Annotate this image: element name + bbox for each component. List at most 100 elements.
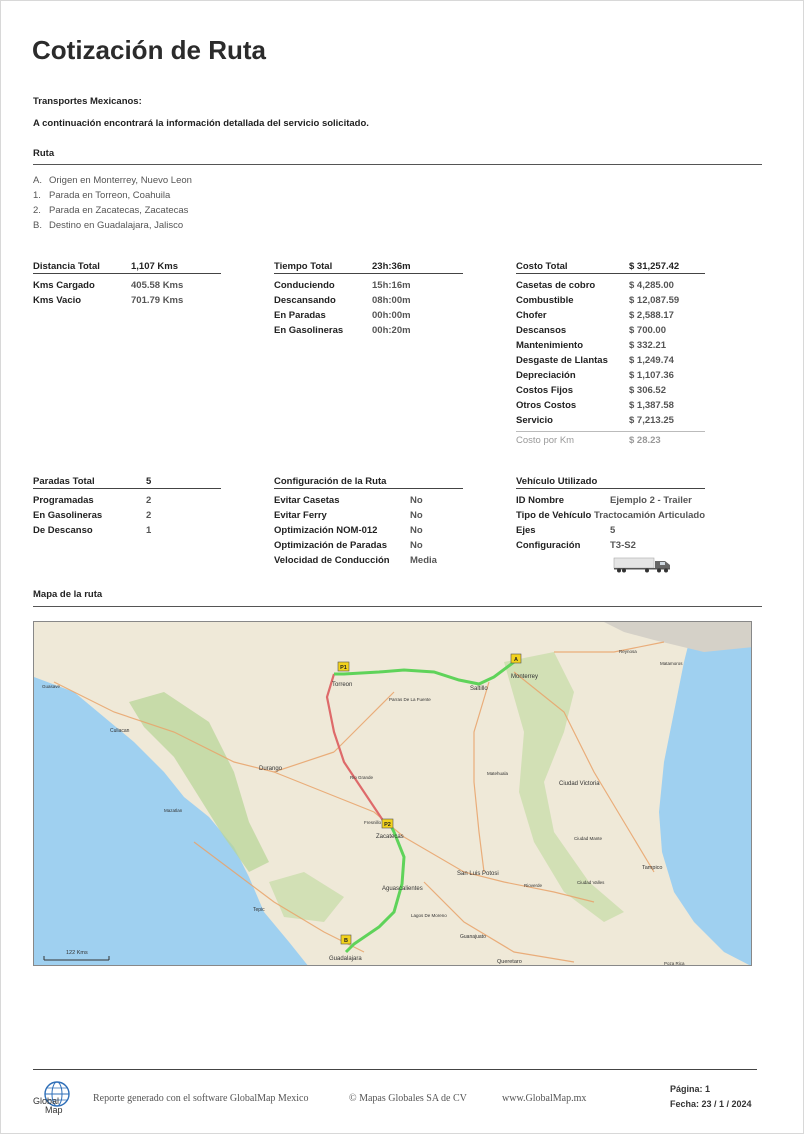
config-row-label: Velocidad de Conducción [274,555,390,566]
page-number: Página: 1 [670,1084,711,1094]
time-label: Tiempo Total [274,261,333,272]
time-row-value: 08h:00m [372,295,411,306]
config-row-value: No [410,495,423,506]
cost-label: Costo Total [516,261,568,272]
city-label: Torreon [332,682,352,688]
stops-row-value: 2 [146,510,152,521]
cost-value: $ 31,257.42 [629,261,680,272]
config-row-label: Optimización NOM-012 [274,525,378,536]
city-label: Zacatecas [376,834,404,840]
city-label: Guasave [42,684,61,689]
route-divider [33,164,762,165]
vehicle-row-label: ID Nombre [516,495,565,506]
stops-row-label: Programadas [33,495,94,506]
city-label: Guanajuato [460,934,486,940]
marker-stop-1: P1 [337,661,350,672]
distance-value: 1,107 Kms [131,261,179,272]
city-label: Ciudad Victoria [559,781,600,787]
vehicle-row-value: Tractocamión Articulado [593,510,705,521]
city-label: Ciudad Valles [577,880,605,885]
stops-summary: Paradas Total 5 Programadas 2 En Gasoliner… [33,475,221,538]
vehicle-row-label: Tipo de Vehículo [516,510,592,521]
vehicle-row-value: 5 [610,525,616,536]
marker-origin: A [510,653,522,664]
kms-empty-label: Kms Vacio [33,295,82,306]
city-label: Durango [259,766,283,772]
vehicle-summary: Vehículo Utilizado ID Nombre Ejemplo 2 - … [516,475,705,553]
config-row-value: No [410,525,423,536]
footer-website[interactable]: www.GlobalMap.mx [502,1093,586,1104]
city-label: Matehuala [487,771,509,776]
list-item: 2. Parada en Zacatecas, Zacatecas [33,205,189,216]
svg-text:P2: P2 [384,822,391,828]
config-label: Configuración de la Ruta [274,476,387,487]
route-map[interactable]: 122 Kms Monterrey Saltillo Torreon Parra… [33,621,752,966]
city-label: Parras De La Fuente [389,697,431,702]
stops-row-label: De Descanso [33,525,93,536]
time-row-value: 00h:00m [372,310,411,321]
cost-row-value: $ 7,213.25 [629,415,674,426]
city-label: Guadalajara [329,956,362,962]
intro-text: A continuación encontrará la información… [33,118,369,129]
vehicle-row-value: T3-S2 [610,540,636,551]
cost-row-value: $ 332.21 [629,340,666,351]
route-heading: Ruta [33,148,55,159]
kms-empty-value: 701.79 Kms [131,295,184,306]
cost-row-label: Casetas de cobro [516,280,596,291]
cost-row-value: $ 700.00 [629,325,666,336]
stops-row-value: 2 [146,495,152,506]
globalmap-logo: Global Map [33,1077,73,1117]
cost-per-km-value: $ 28.23 [629,435,661,446]
cost-row-label: Combustible [516,295,574,306]
cost-row-label: Descansos [516,325,567,336]
city-label: Fresnillo [364,820,382,825]
vehicle-label: Vehículo Utilizado [516,476,598,487]
map-scale-label: 122 Kms [66,950,88,956]
city-label: Poza Rica [664,961,685,966]
cost-per-km-label: Costo por Km [516,435,575,446]
cost-row-label: Costos Fijos [516,385,574,396]
config-row-value: Media [410,555,437,566]
vehicle-row-label: Configuración [516,540,581,551]
cost-row-label: Depreciación [516,370,576,381]
footer-copyright: © Mapas Globales SA de CV [349,1093,467,1104]
distance-summary: Distancia Total 1,107 Kms Kms Cargado 405.… [33,260,221,308]
config-row-label: Evitar Casetas [274,495,340,506]
time-row-label: Descansando [274,295,336,306]
stops-label: Paradas Total [33,476,95,487]
city-label: Rioverde [524,883,543,888]
time-row-value: 00h:20m [372,325,411,336]
map-divider [33,606,762,607]
cost-row-label: Mantenimiento [516,340,584,351]
vehicle-row-value: Ejemplo 2 - Trailer [610,495,692,506]
report-page: Cotización de Ruta Transportes Mexicanos… [0,0,804,1134]
kms-loaded-value: 405.58 Kms [131,280,184,291]
city-label: Culiacan [110,728,130,734]
city-label: Lagos De Moreno [411,913,447,918]
cost-row-value: $ 1,387.58 [629,400,674,411]
kms-loaded-label: Kms Cargado [33,280,95,291]
company-name: Transportes Mexicanos: [33,96,142,107]
city-label: Matamoros [660,661,683,666]
report-date: Fecha: 23 / 1 / 2024 [670,1099,752,1109]
svg-text:A: A [514,657,518,663]
config-row-label: Optimización de Paradas [274,540,387,551]
svg-text:B: B [344,938,348,944]
page-title: Cotización de Ruta [32,35,267,65]
config-row-value: No [410,540,423,551]
cost-row-label: Otros Costos [516,400,577,411]
footer-divider [33,1069,757,1070]
config-row-label: Evitar Ferry [274,510,327,521]
city-label: Ciudad Mante [574,836,603,841]
cost-row-label: Chofer [516,310,547,321]
city-label: Mazatlan [164,808,183,813]
list-item: A. Origen en Monterrey, Nuevo Leon [33,175,192,186]
vehicle-row-label: Ejes [516,525,536,536]
time-row-value: 15h:16m [372,280,411,291]
svg-text:P1: P1 [340,665,347,671]
time-value: 23h:36m [372,261,411,272]
stops-row-label: En Gasolineras [33,510,103,521]
list-item: 1. Parada en Torreon, Coahuila [33,190,171,201]
time-row-label: Conduciendo [274,280,335,291]
city-label: Monterrey [511,674,538,680]
